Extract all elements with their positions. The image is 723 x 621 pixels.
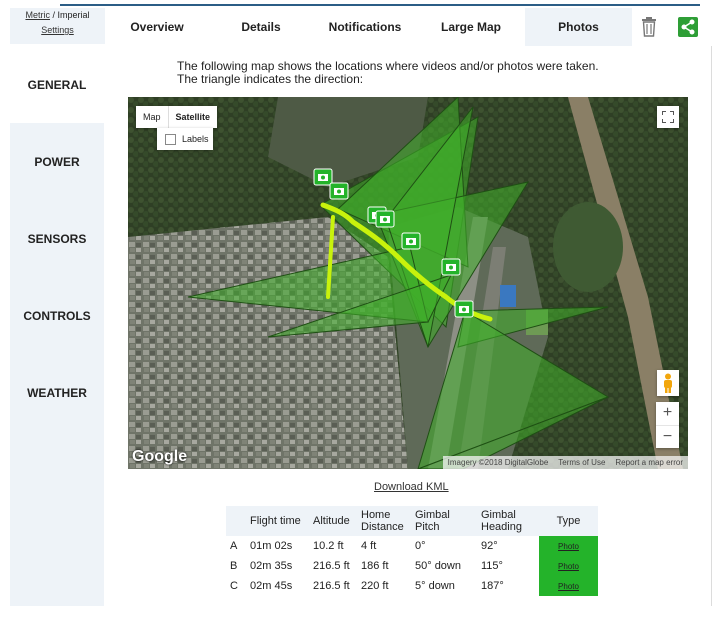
row-id: A: [230, 540, 238, 552]
table-row: A 01m 02s 10.2 ft 4 ft 0° 92° Photo: [226, 536, 598, 556]
table-row: B 02m 35s 216.5 ft 186 ft 50° down 115° …: [226, 556, 598, 576]
table-header-row: Flight time Altitude Home Distance Gimba…: [226, 506, 598, 536]
row-id: C: [230, 580, 238, 592]
sidebar-item-weather[interactable]: WEATHER: [10, 354, 104, 431]
camera-marker-icon: [441, 258, 461, 276]
imagery-credit: Imagery ©2018 DigitalGlobe: [447, 458, 549, 467]
camera-marker-icon: [375, 210, 395, 228]
map-attribution: Imagery ©2018 DigitalGlobe Terms of Use …: [442, 456, 688, 469]
photo-direction-overlay: [187, 97, 610, 469]
camera-marker-icon: [454, 300, 474, 318]
flight-time: 01m 02s: [250, 540, 293, 552]
tab-bar: Overview Details Notifications Large Map…: [105, 8, 700, 46]
home-distance: 220 ft: [361, 580, 389, 592]
home-distance: 4 ft: [361, 540, 377, 552]
camera-marker-icon: [401, 232, 421, 250]
imperial-label: Imperial: [57, 10, 90, 20]
zoom-in-button[interactable]: +: [656, 402, 679, 425]
type-cell: Photo: [539, 536, 598, 556]
home-distance: 186 ft: [361, 560, 389, 572]
col-header-id: [226, 506, 246, 536]
gimbal-pitch: 50° down: [415, 560, 461, 572]
pegman-icon: [664, 373, 672, 393]
col-header-gimbal-pitch: Gimbal Pitch: [411, 506, 477, 536]
tab-overview[interactable]: Overview: [105, 8, 209, 46]
terms-link[interactable]: Terms of Use: [553, 458, 610, 467]
map-button[interactable]: Map: [136, 106, 168, 128]
download-kml-link[interactable]: Download KML: [374, 481, 449, 493]
sidebar-item-controls[interactable]: CONTROLS: [10, 277, 104, 354]
col-header-home-distance: Home Distance: [357, 506, 411, 536]
col-header-gimbal-heading: Gimbal Heading: [477, 506, 539, 536]
top-accent-line: [60, 4, 700, 6]
labels-toggle[interactable]: Labels: [157, 128, 213, 150]
camera-marker-icon: [329, 182, 349, 200]
photo-table: Flight time Altitude Home Distance Gimba…: [226, 506, 598, 596]
google-logo: Google: [132, 448, 188, 465]
altitude: 216.5 ft: [313, 580, 350, 592]
sidebar: GENERAL POWER SENSORS CONTROLS WEATHER: [10, 46, 104, 606]
sidebar-item-sensors[interactable]: SENSORS: [10, 200, 104, 277]
col-header-altitude: Altitude: [309, 506, 357, 536]
tab-details[interactable]: Details: [209, 8, 313, 46]
photo-link[interactable]: Photo: [558, 562, 579, 571]
type-cell: Photo: [539, 576, 598, 596]
satellite-button[interactable]: Satellite: [167, 106, 218, 128]
fullscreen-icon: [662, 111, 674, 123]
zoom-control: + −: [656, 402, 679, 448]
units-panel: Metric / Imperial Settings: [10, 8, 105, 44]
altitude: 216.5 ft: [313, 560, 350, 572]
intro-text: The following map shows the locations wh…: [177, 60, 599, 86]
sidebar-item-power[interactable]: POWER: [10, 123, 104, 200]
share-icon[interactable]: [671, 8, 705, 46]
units-separator: /: [52, 10, 55, 20]
photo-link[interactable]: Photo: [558, 582, 579, 591]
flight-time: 02m 45s: [250, 580, 293, 592]
gimbal-heading: 187°: [481, 580, 504, 592]
map-container[interactable]: Map Satellite Labels + − Google Imagery …: [128, 97, 688, 469]
labels-checkbox[interactable]: [165, 133, 176, 145]
tab-large-map[interactable]: Large Map: [417, 8, 525, 46]
gimbal-pitch: 0°: [415, 540, 426, 552]
labels-label: Labels: [182, 134, 209, 144]
trash-icon[interactable]: [632, 8, 666, 46]
sidebar-filler: [10, 431, 104, 606]
col-header-flight-time: Flight time: [246, 506, 309, 536]
col-header-type: Type: [539, 506, 598, 536]
gimbal-pitch: 5° down: [415, 580, 455, 592]
intro-line-2: The triangle indicates the direction:: [177, 72, 364, 86]
photo-link[interactable]: Photo: [558, 542, 579, 551]
type-cell: Photo: [539, 556, 598, 576]
metric-link[interactable]: Metric: [25, 10, 50, 20]
map-type-control: Map Satellite: [136, 106, 218, 128]
content-border: [711, 46, 712, 606]
gimbal-heading: 115°: [481, 560, 503, 572]
zoom-out-button[interactable]: −: [656, 425, 679, 449]
gimbal-heading: 92°: [481, 540, 498, 552]
table-row: C 02m 45s 216.5 ft 220 ft 5° down 187° P…: [226, 576, 598, 596]
altitude: 10.2 ft: [313, 540, 344, 552]
report-link[interactable]: Report a map error: [610, 458, 688, 467]
street-view-pegman[interactable]: [657, 370, 679, 396]
direction-triangle: [417, 310, 610, 469]
settings-link[interactable]: Settings: [41, 25, 74, 35]
tab-notifications[interactable]: Notifications: [313, 8, 417, 46]
flight-time: 02m 35s: [250, 560, 293, 572]
tab-photos[interactable]: Photos: [525, 8, 632, 46]
fullscreen-button[interactable]: [657, 106, 679, 128]
camera-marker-icon: [313, 168, 333, 186]
row-id: B: [230, 560, 238, 572]
sidebar-item-general[interactable]: GENERAL: [10, 46, 104, 123]
